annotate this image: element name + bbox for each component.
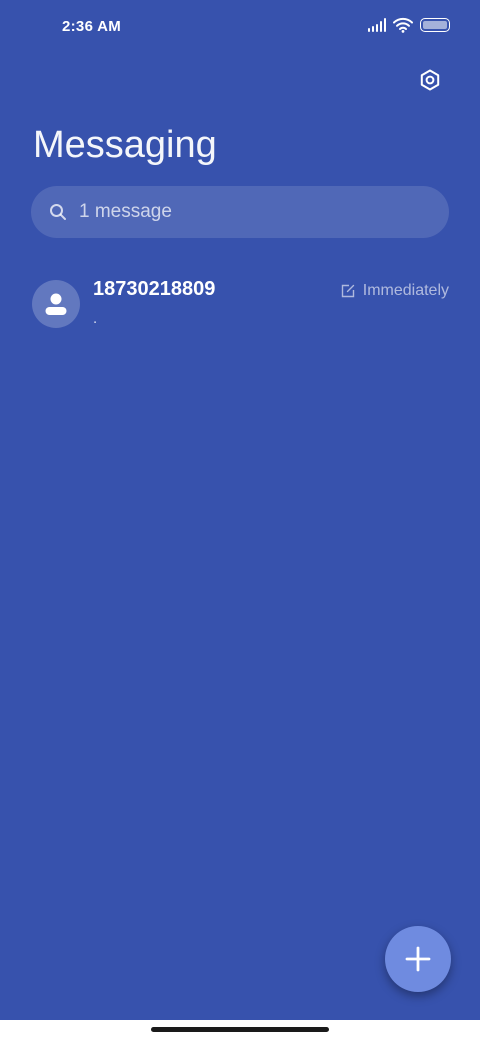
messaging-screen: 2:36 AM Messaging 1 message 18730218809 … <box>0 0 480 1020</box>
search-bar[interactable] <box>31 186 449 238</box>
timestamp-group: Immediately <box>341 282 449 300</box>
status-time: 2:36 AM <box>62 18 122 35</box>
plus-icon <box>405 946 431 972</box>
draft-icon <box>341 284 354 298</box>
new-message-button[interactable] <box>385 926 451 992</box>
contact-name: 18730218809 <box>93 278 216 300</box>
status-bar: 2:36 AM <box>0 0 480 56</box>
message-preview: . <box>93 310 98 327</box>
search-input[interactable] <box>79 201 409 223</box>
navigation-bar <box>0 1020 480 1040</box>
timestamp: Immediately <box>362 282 449 299</box>
signal-icon <box>368 18 386 32</box>
page-title: Messaging <box>33 124 217 166</box>
person-icon <box>45 293 67 315</box>
conversation-list-item[interactable]: 18730218809 . Immediately <box>0 264 480 344</box>
settings-button[interactable] <box>416 66 444 94</box>
battery-icon <box>420 18 450 32</box>
status-icons <box>368 17 450 33</box>
wifi-icon <box>393 17 413 33</box>
home-indicator[interactable] <box>151 1027 329 1032</box>
gear-icon <box>420 69 440 91</box>
avatar <box>32 280 80 328</box>
search-icon <box>50 204 66 220</box>
